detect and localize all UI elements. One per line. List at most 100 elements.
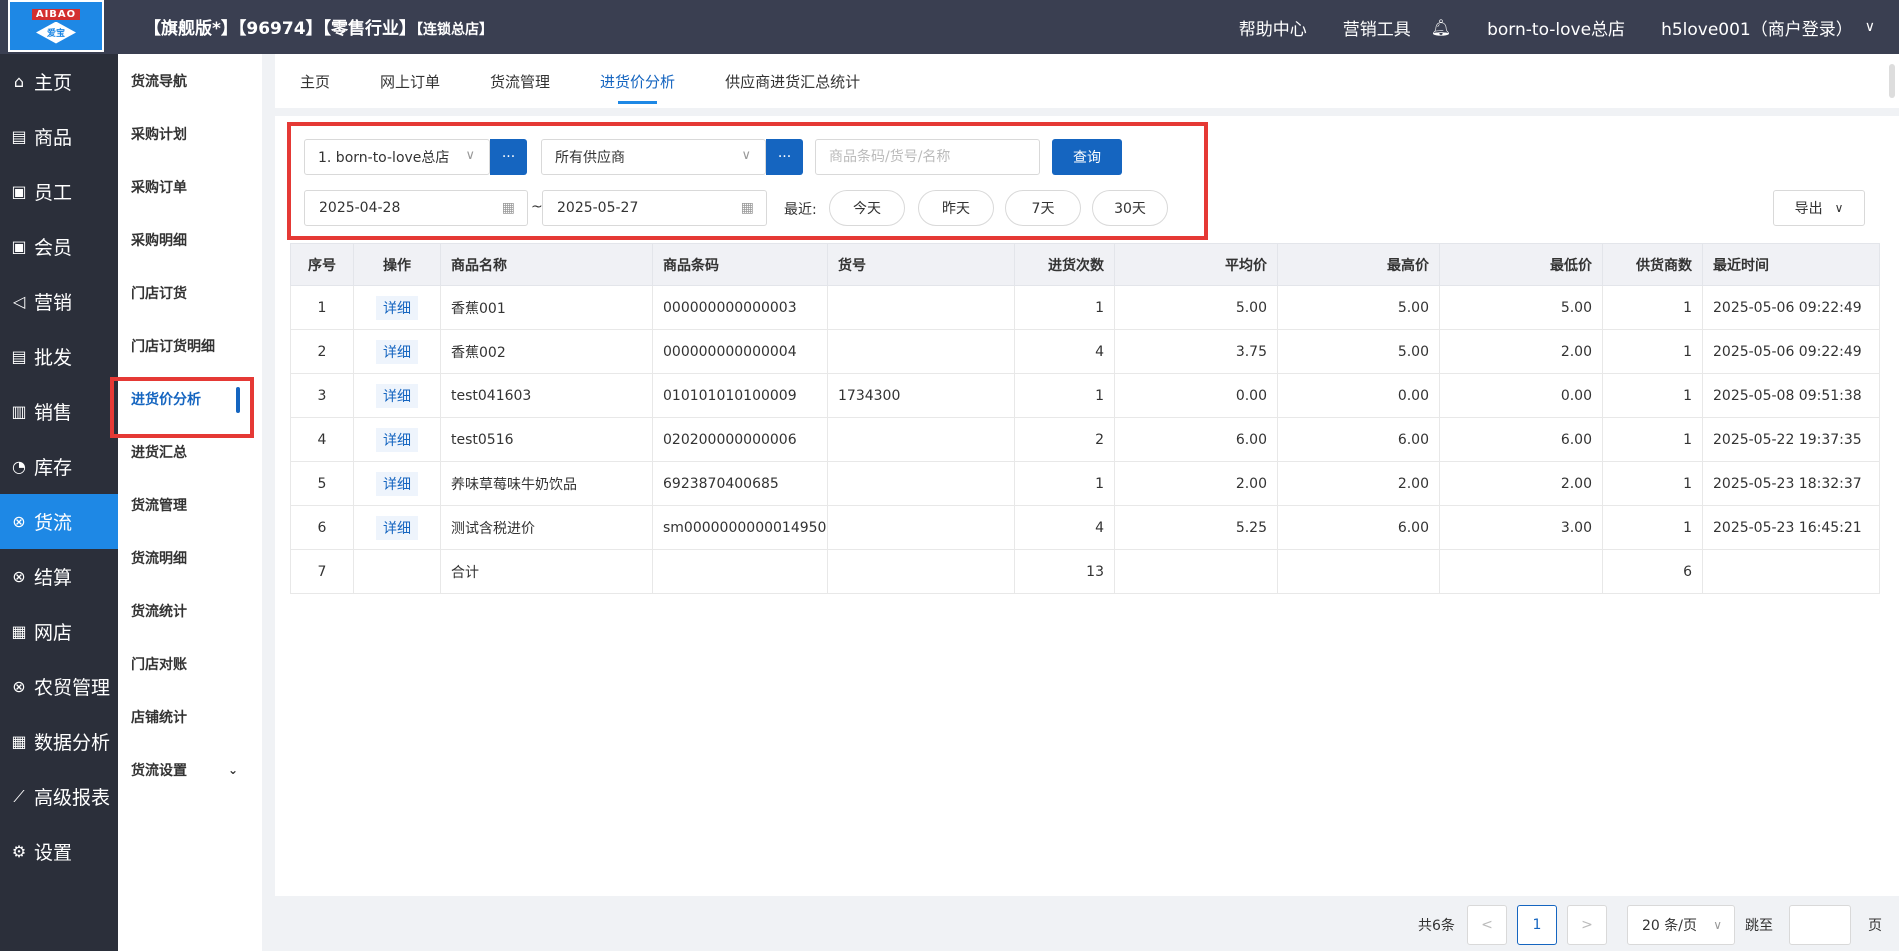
table-cell: 1 (1602, 417, 1703, 462)
page-size-select[interactable]: 20 条/页 ∨ (1627, 905, 1735, 945)
export-dropdown[interactable]: 导出 ∨ (1773, 190, 1865, 226)
sub-item-purchase-summary[interactable]: 进货汇总 (118, 425, 262, 478)
sub-item-logistics-detail[interactable]: 货流明细 (118, 531, 262, 584)
sidebar-item-advanced-report[interactable]: ⟋ 高级报表 (0, 769, 118, 824)
end-date-picker[interactable]: 2025-05-27 ▦ (542, 190, 767, 226)
detail-link[interactable]: 详细 (376, 339, 418, 364)
table-cell: 0.00 (1439, 373, 1603, 418)
chevron-down-icon[interactable]: ∨ (1865, 19, 1875, 35)
sidebar-item-logistics[interactable]: ⊗ 货流 (0, 494, 118, 549)
sub-item-logistics-settings[interactable]: 货流设置 ⌄ (118, 743, 262, 796)
sidebar-item-marketing[interactable]: ◁ 营销 (0, 274, 118, 329)
column-header[interactable]: 商品名称 (440, 243, 653, 286)
user-menu[interactable]: h5love001（商户登录） (1661, 15, 1853, 40)
table-cell: 2025-05-08 09:51:38 (1702, 373, 1880, 418)
page-1-button[interactable]: 1 (1517, 905, 1557, 945)
column-header[interactable]: 平均价 (1114, 243, 1278, 286)
sidebar-item-inventory[interactable]: ◔ 库存 (0, 439, 118, 494)
sidebar-item-label: 员工 (34, 182, 73, 204)
quick-yesterday-button[interactable]: 昨天 (918, 190, 994, 226)
quick-30days-button[interactable]: 30天 (1092, 190, 1168, 226)
tab-online-orders[interactable]: 网上订单 (380, 54, 440, 108)
table-cell: 1 (1014, 461, 1115, 506)
sidebar-item-settings[interactable]: ⚙ 设置 (0, 824, 118, 879)
chevron-down-icon: ∨ (1713, 918, 1722, 932)
sub-item-purchase-plan[interactable]: 采购计划 (118, 107, 262, 160)
sub-item-logistics-nav[interactable]: 货流导航 (118, 54, 262, 107)
sidebar-item-product[interactable]: ▤ 商品 (0, 109, 118, 164)
tabs-scrollbar[interactable] (1889, 64, 1895, 98)
column-header[interactable]: 进货次数 (1014, 243, 1115, 286)
sub-item-store-reconcile[interactable]: 门店对账 (118, 637, 262, 690)
column-header[interactable]: 最近时间 (1702, 243, 1880, 286)
sidebar-item-data-analysis[interactable]: ▦ 数据分析 (0, 714, 118, 769)
tab-home[interactable]: 主页 (300, 54, 330, 108)
sub-item-label: 门店订货明细 (131, 338, 215, 355)
sub-item-store-order[interactable]: 门店订货 (118, 266, 262, 319)
column-header[interactable]: 供货商数 (1602, 243, 1703, 286)
wholesale-icon: ▤ (11, 347, 27, 366)
account-type: 【连锁总店】 (416, 22, 494, 38)
prev-page-button[interactable]: < (1467, 905, 1507, 945)
column-header[interactable]: 最高价 (1277, 243, 1440, 286)
sub-item-label: 门店订货 (131, 285, 187, 302)
table-cell: 详细 (353, 417, 441, 462)
tab-logistics-manage[interactable]: 货流管理 (490, 54, 550, 108)
table-cell: 2.00 (1439, 329, 1603, 374)
sub-item-purchase-detail[interactable]: 采购明细 (118, 213, 262, 266)
column-header[interactable]: 序号 (290, 243, 354, 286)
sidebar-item-label: 设置 (34, 842, 73, 864)
store-picker-button[interactable]: ··· (490, 139, 527, 175)
next-page-button[interactable]: > (1567, 905, 1607, 945)
sidebar-item-staff[interactable]: ▣ 员工 (0, 164, 118, 219)
product-search-input[interactable] (815, 139, 1040, 175)
sidebar-item-settlement[interactable]: ⊗ 结算 (0, 549, 118, 604)
sidebar-item-sales[interactable]: ▥ 销售 (0, 384, 118, 439)
help-center-link[interactable]: 帮助中心 (1239, 15, 1307, 40)
detail-link[interactable]: 详细 (376, 471, 418, 496)
sub-item-logistics-manage[interactable]: 货流管理 (118, 478, 262, 531)
sub-item-store-order-detail[interactable]: 门店订货明细 (118, 319, 262, 372)
query-button[interactable]: 查询 (1052, 139, 1122, 175)
marketing-tools-link[interactable]: 营销工具 (1343, 15, 1411, 40)
sidebar-item-wholesale[interactable]: ▤ 批发 (0, 329, 118, 384)
aibao-logo[interactable]: AIBAO 爱宝 (8, 0, 104, 52)
sidebar-item-web-store[interactable]: ▦ 网店 (0, 604, 118, 659)
table-cell: 5.00 (1439, 285, 1603, 330)
sub-item-shop-stats[interactable]: 店铺统计 (118, 690, 262, 743)
sub-item-label: 店铺统计 (131, 709, 187, 726)
column-header[interactable]: 商品条码 (652, 243, 828, 286)
detail-link[interactable]: 详细 (376, 515, 418, 540)
column-header[interactable]: 货号 (827, 243, 1015, 286)
detail-link[interactable]: 详细 (376, 295, 418, 320)
column-header[interactable]: 操作 (353, 243, 441, 286)
quick-today-button[interactable]: 今天 (829, 190, 905, 226)
detail-link[interactable]: 详细 (376, 427, 418, 452)
start-date-picker[interactable]: 2025-04-28 ▦ (304, 190, 528, 226)
quick-7days-button[interactable]: 7天 (1005, 190, 1081, 226)
product-icon: ▤ (11, 127, 27, 146)
sidebar-item-agri-trade[interactable]: ⊗ 农贸管理 (0, 659, 118, 714)
chevron-down-icon[interactable]: ⌄ (228, 763, 238, 777)
supplier-select[interactable]: 所有供应商 ∨ (541, 139, 766, 175)
bell-icon[interactable]: 🔔︎ (1431, 18, 1451, 37)
column-header[interactable]: 最低价 (1439, 243, 1603, 286)
sub-item-purchase-price-analysis[interactable]: 进货价分析 (118, 372, 262, 425)
sidebar-item-member[interactable]: ▣ 会员 (0, 219, 118, 274)
store-select[interactable]: 1. born-to-love总店 ∨ (304, 139, 490, 175)
tab-supplier-summary[interactable]: 供应商进货汇总统计 (725, 54, 860, 108)
table-cell: 010101010100009 (652, 373, 828, 418)
sub-item-logistics-stats[interactable]: 货流统计 (118, 584, 262, 637)
detail-link[interactable]: 详细 (376, 383, 418, 408)
table-cell: 3.75 (1114, 329, 1278, 374)
chevron-down-icon: ∨ (1834, 201, 1844, 215)
jump-page-input[interactable] (1789, 905, 1851, 945)
table-cell: 1734300 (827, 373, 1015, 418)
supplier-picker-button[interactable]: ··· (766, 139, 803, 175)
sub-item-label: 采购明细 (131, 232, 187, 249)
store-name[interactable]: born-to-love总店 (1487, 15, 1625, 40)
sub-item-purchase-order[interactable]: 采购订单 (118, 160, 262, 213)
sidebar-item-home[interactable]: ⌂ 主页 (0, 54, 118, 109)
tab-purchase-price-analysis[interactable]: 进货价分析 (600, 54, 675, 108)
recent-label: 最近: (784, 202, 817, 218)
